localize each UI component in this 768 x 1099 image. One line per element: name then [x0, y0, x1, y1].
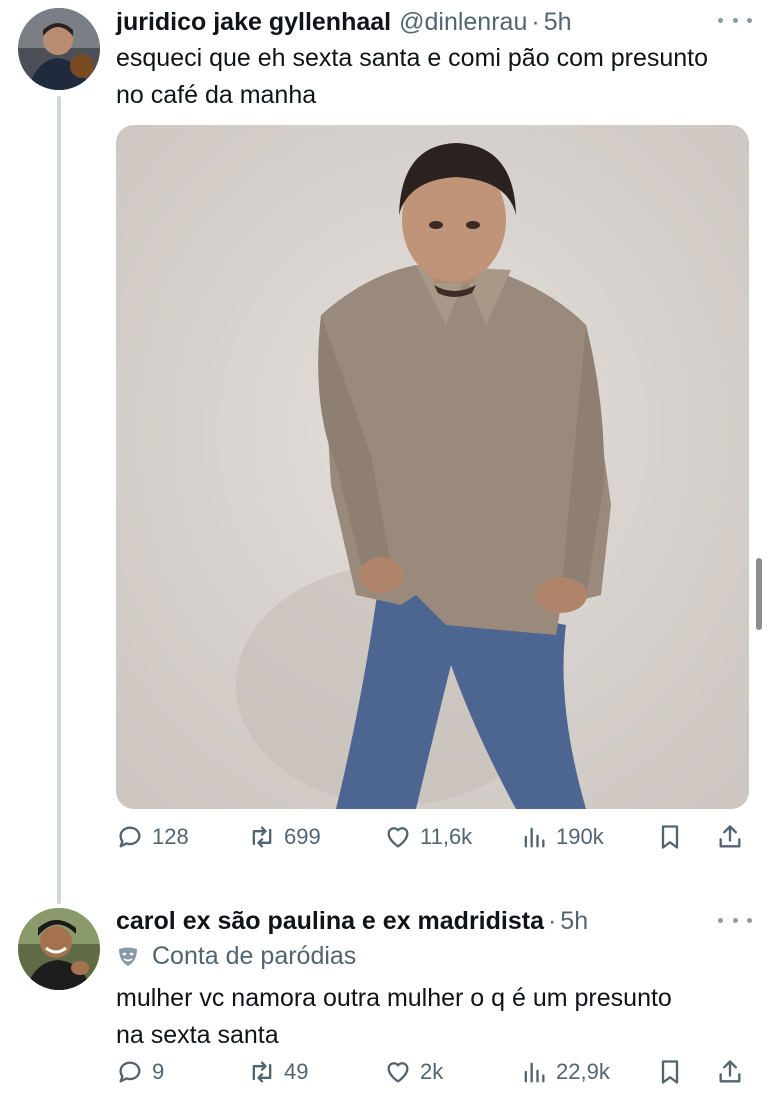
reply-count: 128: [152, 824, 189, 849]
views-icon: [524, 827, 545, 848]
retweet-icon: [252, 826, 272, 848]
display-name[interactable]: carol ex são paulina e ex madridista: [116, 905, 544, 937]
retweet-button[interactable]: 699: [248, 823, 321, 851]
retweet-button[interactable]: 49: [248, 1058, 308, 1086]
parody-mask-icon: [119, 947, 137, 966]
retweet-icon: [252, 1061, 272, 1083]
bookmark-button[interactable]: [656, 823, 692, 851]
views-button[interactable]: 22,9k: [520, 1058, 610, 1086]
reply-count: 9: [152, 1059, 165, 1084]
like-count: 11,6k: [420, 824, 473, 849]
like-button[interactable]: 11,6k: [384, 823, 472, 851]
reply-icon: [119, 826, 141, 848]
username[interactable]: @dinlenrau: [399, 6, 527, 38]
parody-label-text: Conta de paródias: [152, 942, 357, 970]
reply-icon: [119, 1061, 141, 1083]
share-button[interactable]: [716, 1058, 752, 1086]
timestamp[interactable]: 5h: [560, 905, 588, 937]
parody-label: Conta de paródias: [116, 942, 356, 971]
reply-button[interactable]: 128: [116, 823, 189, 851]
tweet-header: juridico jake gyllenhaal @dinlenrau · 5h: [116, 6, 572, 38]
view-count: 22,9k: [556, 1059, 610, 1084]
tweet-photo[interactable]: [116, 125, 749, 809]
bookmark-button[interactable]: [656, 1058, 692, 1086]
tweet-header: carol ex são paulina e ex madridista · 5…: [116, 905, 588, 937]
tweet-text: esqueci que eh sexta santa e comi pão co…: [116, 44, 709, 109]
like-button[interactable]: 2k: [384, 1058, 443, 1086]
like-count: 2k: [420, 1059, 444, 1084]
reply-button[interactable]: 9: [116, 1058, 164, 1086]
timestamp[interactable]: 5h: [544, 6, 572, 38]
scrollbar[interactable]: [756, 558, 762, 630]
separator-dot: ·: [531, 8, 540, 36]
more-icon[interactable]: [718, 10, 752, 30]
tweet-text: mulher vc namora outra mulher o q é um p…: [116, 984, 672, 1049]
heart-icon: [387, 827, 409, 848]
share-icon: [719, 825, 741, 848]
retweet-count: 699: [284, 824, 321, 849]
retweet-count: 49: [284, 1059, 309, 1084]
display-name[interactable]: juridico jake gyllenhaal: [116, 6, 391, 38]
view-count: 190k: [556, 824, 604, 849]
heart-icon: [387, 1062, 409, 1083]
avatar[interactable]: [18, 8, 100, 90]
separator-dot: ·: [547, 907, 557, 935]
views-icon: [524, 1062, 545, 1083]
tweet-actions: 9 49 2k 22,9k: [116, 1058, 752, 1098]
bookmark-icon: [661, 825, 679, 849]
share-icon: [719, 1060, 741, 1083]
thread-connector-line: [57, 96, 61, 904]
bookmark-icon: [661, 1060, 679, 1084]
share-button[interactable]: [716, 823, 752, 851]
tweet-actions: 128 699 11,6k 190k: [116, 823, 752, 863]
more-icon[interactable]: [718, 910, 752, 930]
avatar[interactable]: [18, 908, 100, 990]
views-button[interactable]: 190k: [520, 823, 604, 851]
